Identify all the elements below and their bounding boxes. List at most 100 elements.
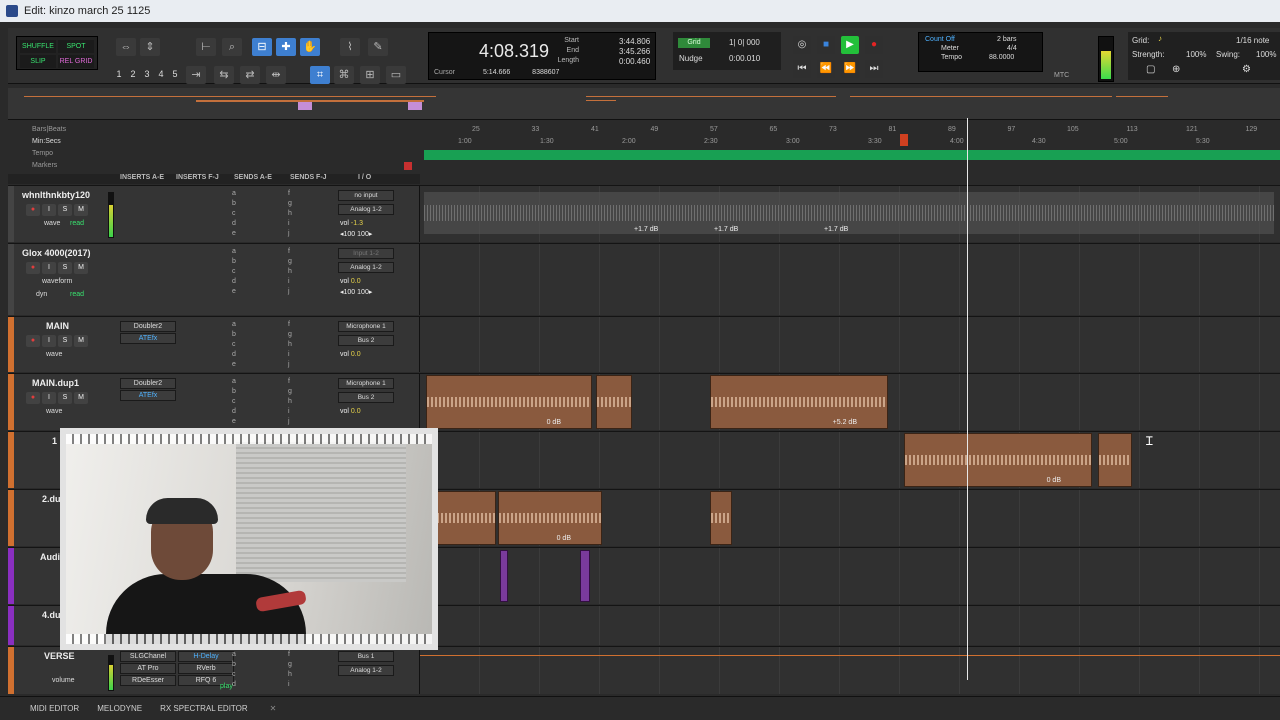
input-monitor-button[interactable]: I [42, 335, 56, 347]
meter-value[interactable]: 4/4 [1007, 45, 1017, 52]
online-icon[interactable]: ◎ [793, 36, 811, 54]
mtc-label[interactable]: MTC [1054, 72, 1069, 79]
send-slot[interactable]: j [288, 288, 290, 295]
track-name[interactable]: Glox 4000(2017) [22, 248, 91, 258]
mute-button[interactable]: M [74, 392, 88, 404]
tempo-ruler[interactable] [424, 150, 1280, 160]
record-arm-button[interactable]: ● [26, 392, 40, 404]
record-arm-button[interactable]: ● [26, 335, 40, 347]
audio-clip[interactable]: 0 dB [498, 491, 602, 545]
send-slot[interactable]: i [288, 351, 290, 358]
send-slot[interactable]: j [288, 418, 290, 425]
solo-button[interactable]: S [58, 262, 72, 274]
tempo-value[interactable]: 88.0000 [989, 54, 1014, 61]
shuffle-mode-button[interactable]: SHUFFLE [20, 40, 56, 53]
send-slot[interactable]: b [232, 388, 236, 395]
audio-clip[interactable]: 0 dB [426, 375, 592, 429]
send-slot[interactable]: c [232, 268, 236, 275]
send-slot[interactable]: b [232, 200, 236, 207]
send-slot[interactable]: b [232, 331, 236, 338]
send-slot[interactable]: a [232, 190, 236, 197]
mute-button[interactable]: M [74, 335, 88, 347]
volume-value[interactable]: 0.0 [351, 408, 361, 415]
ruler-markers-label[interactable]: Markers [32, 162, 57, 169]
swing-value[interactable]: 100% [1256, 50, 1276, 59]
pan-right[interactable]: 100▸ [357, 289, 372, 296]
selector-tool-icon[interactable]: ✚ [276, 38, 296, 56]
send-slot[interactable]: d [232, 681, 236, 688]
send-slot[interactable]: c [232, 210, 236, 217]
playhead[interactable] [967, 118, 968, 680]
audio-clip[interactable]: +5.2 dB [710, 375, 888, 429]
send-slot[interactable]: h [288, 341, 292, 348]
track-name[interactable]: whnlthnkbty120 [22, 190, 90, 200]
ruler-bars-beats-label[interactable]: Bars|Beats [32, 126, 66, 133]
automation-mode[interactable]: read [70, 220, 84, 227]
pan-right[interactable]: 100▸ [357, 231, 372, 238]
playhead-flag-icon[interactable] [900, 134, 908, 146]
track-lane[interactable] [420, 548, 1280, 604]
send-slot[interactable]: e [232, 230, 236, 237]
send-slot[interactable]: e [232, 418, 236, 425]
track-view[interactable]: wave [46, 408, 62, 415]
send-slot[interactable]: d [232, 351, 236, 358]
send-slot[interactable]: b [232, 661, 236, 668]
send-slot[interactable]: j [288, 230, 290, 237]
input-monitor-button[interactable]: I [42, 204, 56, 216]
send-slot[interactable]: b [232, 258, 236, 265]
start-value[interactable]: 3:44.806 [619, 37, 650, 46]
send-slot[interactable]: g [288, 661, 292, 668]
solo-button[interactable]: S [58, 204, 72, 216]
volume-value[interactable]: 0.0 [351, 351, 361, 358]
mute-button[interactable]: M [74, 262, 88, 274]
send-slot[interactable]: f [288, 378, 290, 385]
send-slot[interactable]: h [288, 671, 292, 678]
tab-rx-spectral-editor[interactable]: RX SPECTRAL EDITOR [160, 704, 248, 713]
send-slot[interactable]: i [288, 278, 290, 285]
send-slot[interactable]: c [232, 398, 236, 405]
insert-slot[interactable]: ATEfx [120, 333, 176, 344]
countoff-bars[interactable]: 2 bars [997, 36, 1016, 43]
record-button[interactable]: ● [865, 36, 883, 54]
zoom-out-icon[interactable]: ⇔ [116, 38, 136, 56]
insert-slot[interactable]: RVerb [178, 663, 234, 674]
volume-automation-line[interactable] [420, 655, 1280, 656]
zoomer-tool-icon[interactable]: ⌕ [222, 38, 242, 56]
swing-grid-value[interactable]: 1/16 note [1236, 36, 1269, 45]
send-slot[interactable]: h [288, 268, 292, 275]
record-arm-button[interactable]: ● [26, 262, 40, 274]
insert-slot[interactable]: RDeEsser [120, 675, 176, 686]
send-slot[interactable]: a [232, 248, 236, 255]
zoom-preset-2[interactable]: 2 [128, 69, 138, 79]
track-output[interactable]: Bus 2 [338, 392, 394, 403]
track-input[interactable]: Bus 1 [338, 651, 394, 662]
send-slot[interactable]: f [288, 651, 290, 658]
scrubber-tool-icon[interactable]: ⌇ [340, 38, 360, 56]
send-slot[interactable]: h [288, 210, 292, 217]
send-slot[interactable]: a [232, 321, 236, 328]
return-to-zero-icon[interactable]: ⏮ [793, 60, 811, 78]
add-marker-icon[interactable] [404, 162, 412, 170]
ruler-tempo-label[interactable]: Tempo [32, 150, 53, 157]
send-slot[interactable]: g [288, 331, 292, 338]
audio-clip[interactable] [424, 192, 1274, 234]
insertion-follows-icon[interactable]: ⇹ [266, 66, 286, 84]
track-view[interactable]: volume [52, 677, 75, 684]
insert-slot[interactable]: AT Pro [120, 663, 176, 674]
audio-clip[interactable]: 0 dB [904, 433, 1092, 487]
edit-lock-icon[interactable]: ⊞ [360, 66, 380, 84]
track-output[interactable]: Bus 2 [338, 335, 394, 346]
send-slot[interactable]: c [232, 671, 236, 678]
record-arm-button[interactable]: ● [26, 204, 40, 216]
pan-left[interactable]: ◂100 [340, 231, 355, 238]
grabber-tool-icon[interactable]: ✋ [300, 38, 320, 56]
send-slot[interactable]: h [288, 398, 292, 405]
send-slot[interactable]: a [232, 651, 236, 658]
settings-gear-icon[interactable]: ⚙ [1242, 64, 1251, 75]
send-slot[interactable]: g [288, 388, 292, 395]
track-input[interactable]: Microphone 1 [338, 378, 394, 389]
automation-mode[interactable]: play [220, 683, 233, 690]
zoom-fit-icon[interactable]: ⊕ [1172, 64, 1180, 75]
go-to-end-icon[interactable]: ⏭ [865, 60, 883, 78]
mute-button[interactable]: M [74, 204, 88, 216]
